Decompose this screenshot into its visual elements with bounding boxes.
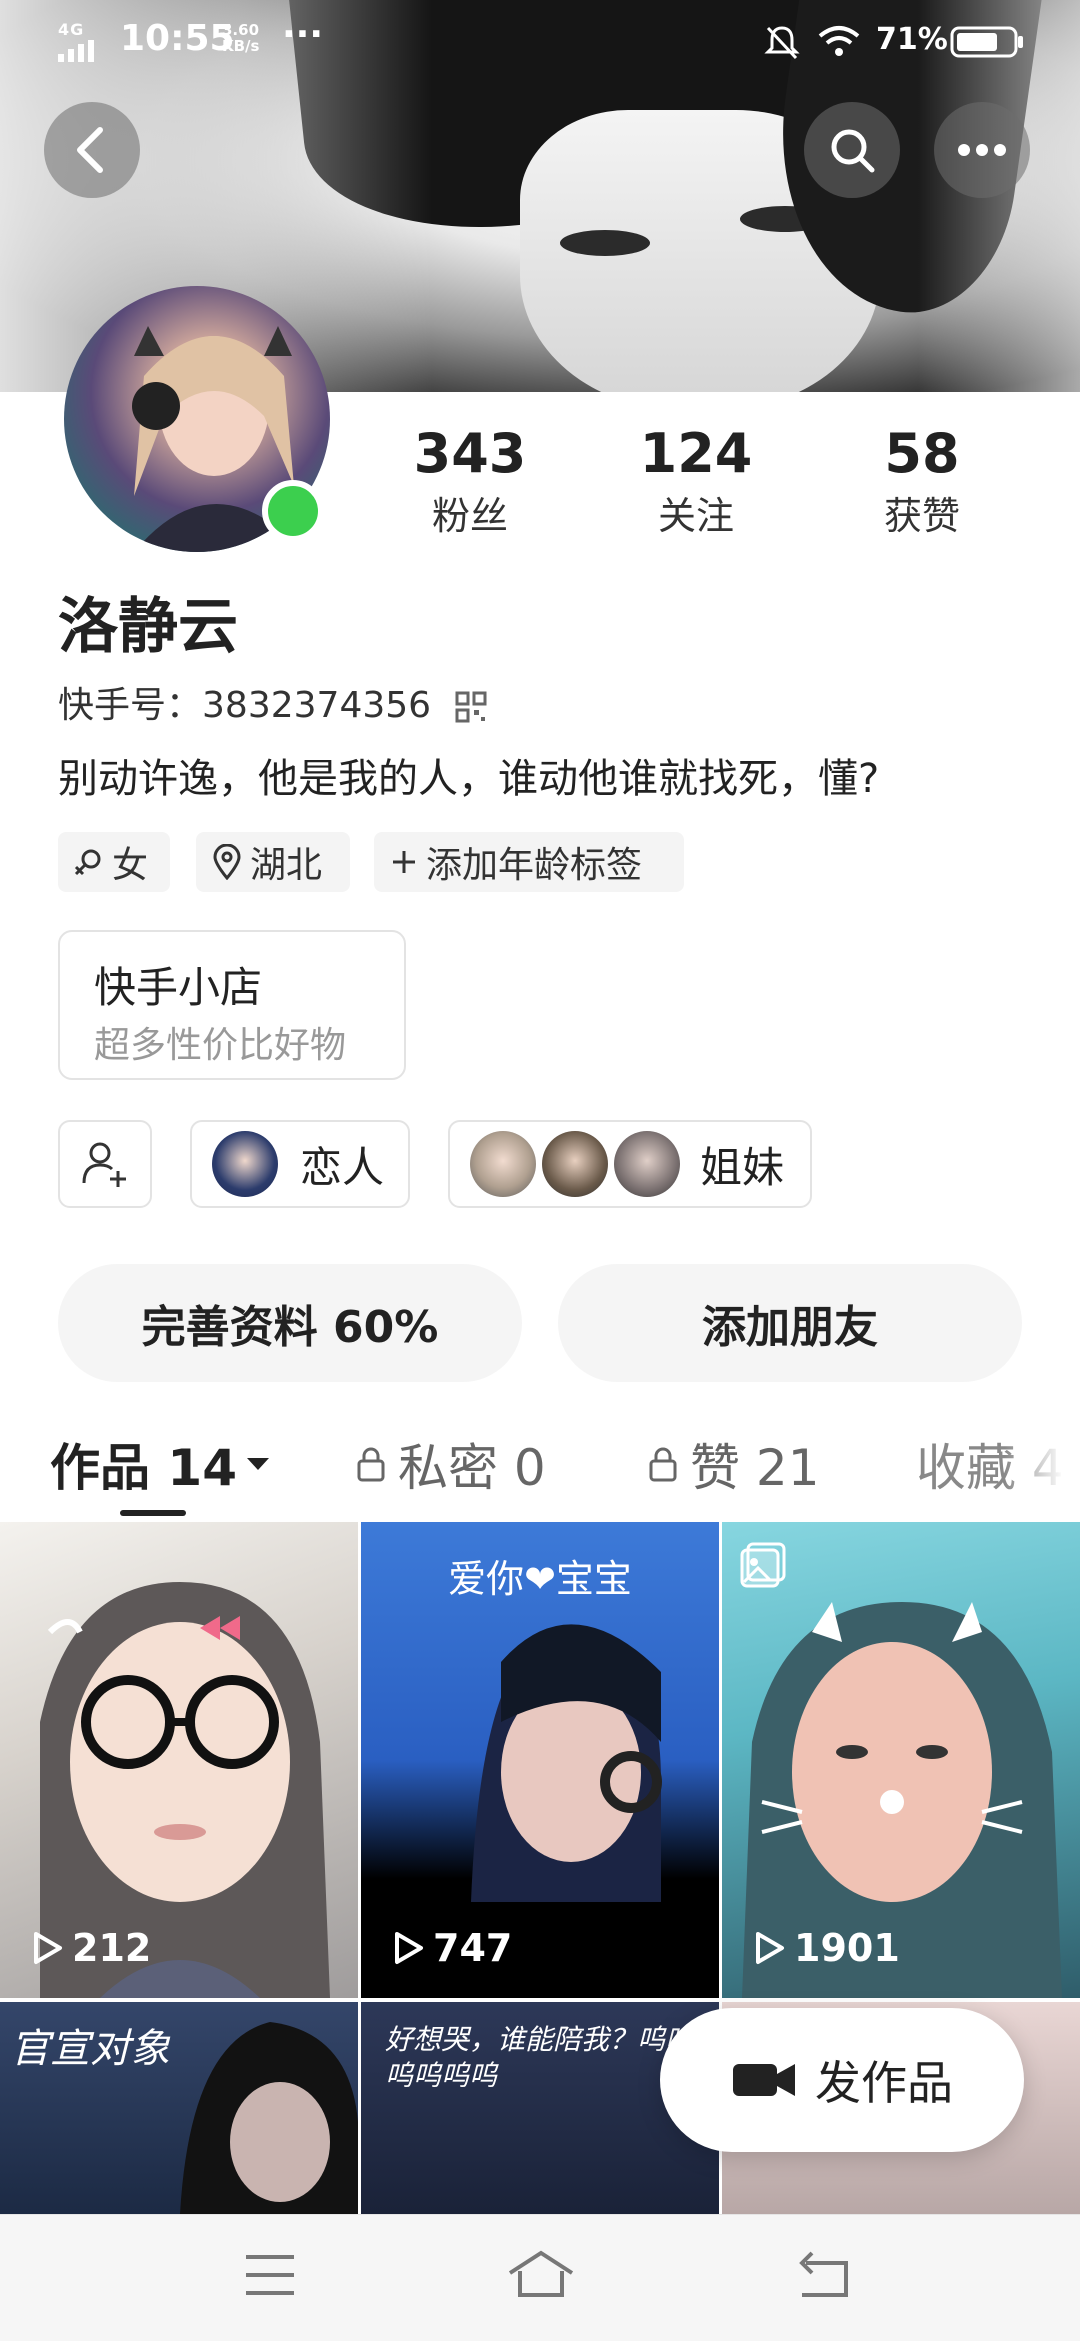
more-icon <box>958 144 1006 156</box>
home-button[interactable] <box>506 2249 576 2303</box>
return-icon <box>799 2251 848 2297</box>
relation-sisters[interactable]: 姐妹 <box>448 1120 812 1208</box>
post-overlay-text: 好想哭，谁能陪我？呜呜呜呜呜呜 <box>385 2023 694 2092</box>
back-arrow-icon <box>77 127 103 173</box>
play-count: 212 <box>32 1926 151 1970</box>
back-nav-button[interactable] <box>796 2251 852 2303</box>
shop-subtitle: 超多性价比好物 <box>94 1025 347 1066</box>
post-thumbnail[interactable]: 1901 <box>722 1522 1080 1998</box>
following-count: 124 <box>639 422 753 485</box>
kuaishou-shop-card[interactable]: 快手小店 超多性价比好物 <box>58 930 406 1080</box>
relation-lover[interactable]: 恋人 <box>190 1120 410 1208</box>
search-icon <box>831 129 875 173</box>
stat-followers[interactable]: 343 粉丝 <box>370 422 570 540</box>
menu-icon <box>246 2255 294 2295</box>
likes-count: 58 <box>884 422 960 485</box>
active-tab-indicator <box>120 1510 186 1516</box>
location-icon <box>213 844 241 880</box>
tab-works[interactable]: 作品 14 <box>50 1428 271 1500</box>
signal-icon <box>58 40 104 66</box>
play-count: 1901 <box>754 1926 900 1970</box>
kuaishou-id-value: 3832374356 <box>202 685 432 726</box>
shop-title: 快手小店 <box>94 963 263 1012</box>
stat-likes[interactable]: 58 获赞 <box>822 422 1022 540</box>
battery-percentage: 71% <box>876 22 948 57</box>
complete-profile-button[interactable]: 完善资料 60% <box>58 1264 522 1382</box>
play-icon <box>395 1932 423 1964</box>
likes-label: 获赞 <box>883 494 960 538</box>
play-count: 747 <box>393 1926 512 1970</box>
tag-add-age[interactable]: 添加年龄标签 <box>374 832 684 892</box>
caret-down-icon <box>247 1458 269 1470</box>
network-indicator: 4G <box>58 20 85 39</box>
play-icon <box>34 1932 62 1964</box>
following-label: 关注 <box>657 494 734 538</box>
post-thumbnail[interactable]: 212 <box>0 1522 358 1998</box>
sister-avatar <box>542 1131 608 1197</box>
tab-liked[interactable]: 赞 21 <box>648 1428 820 1500</box>
search-button[interactable] <box>804 102 900 198</box>
back-button[interactable] <box>44 102 140 198</box>
sister-avatar <box>470 1131 536 1197</box>
photo-album-icon <box>738 1540 788 1594</box>
play-icon <box>756 1932 784 1964</box>
sister-avatar <box>614 1131 680 1197</box>
lover-avatar <box>212 1131 278 1197</box>
stat-following[interactable]: 124 关注 <box>596 422 796 540</box>
add-relation-button[interactable] <box>58 1120 152 1208</box>
female-icon <box>74 849 101 876</box>
online-status-dot <box>262 480 324 542</box>
add-friend-button[interactable]: 添加朋友 <box>558 1264 1022 1382</box>
tag-location[interactable]: 湖北 <box>196 832 350 892</box>
status-bar: 4G 10:55 3.60 KB/s ··· 71% <box>0 0 1080 84</box>
battery-icon <box>950 26 1024 62</box>
clock: 10:55 <box>120 18 235 59</box>
qr-code-icon[interactable] <box>455 691 487 723</box>
kuaishou-id[interactable]: 快手号：3832374356 <box>58 676 487 728</box>
profile-name: 洛静云 <box>58 592 238 662</box>
network-speed: 3.60 KB/s <box>222 21 260 55</box>
lock-icon <box>649 1447 677 1482</box>
tab-favorites[interactable]: 收藏 4 <box>916 1428 1080 1500</box>
more-button[interactable] <box>934 102 1030 198</box>
more-notifications-icon: ··· <box>282 14 324 55</box>
plus-icon <box>393 851 415 873</box>
followers-count: 343 <box>413 422 527 485</box>
publish-button[interactable]: 发作品 <box>660 2008 1024 2152</box>
post-thumbnail[interactable]: 爱你❤宝宝 747 <box>361 1522 719 1998</box>
tab-private[interactable]: 私密 0 <box>356 1428 546 1500</box>
lock-icon <box>357 1447 385 1482</box>
profile-bio: 别动许逸，他是我的人，谁动他谁就找死，懂? <box>58 756 880 802</box>
tag-gender[interactable]: 女 <box>58 832 170 892</box>
followers-label: 粉丝 <box>431 494 508 538</box>
wifi-icon <box>818 24 860 62</box>
kuaishou-id-label: 快手号： <box>58 685 203 726</box>
add-person-icon <box>82 1142 126 1187</box>
video-camera-icon <box>733 2064 795 2096</box>
post-overlay-text: 官宣对象 <box>10 2026 170 2072</box>
home-icon <box>508 2250 574 2297</box>
system-navigation-bar <box>0 2214 1080 2341</box>
mute-icon <box>764 24 800 66</box>
post-overlay-title: 爱你❤宝宝 <box>448 1557 632 1601</box>
post-thumbnail[interactable]: 官宣对象 <box>0 2002 358 2214</box>
menu-button[interactable] <box>244 2253 296 2301</box>
